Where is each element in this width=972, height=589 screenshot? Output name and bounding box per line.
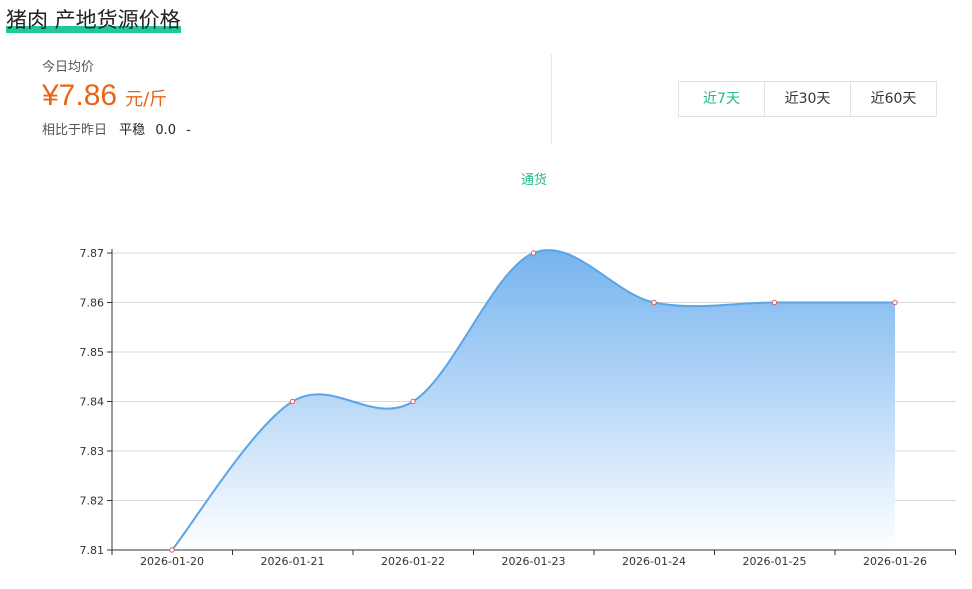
price-row: ¥7.86 元/斤	[42, 79, 542, 113]
compare-row: 相比于昨日 平稳 0.0 -	[42, 119, 542, 138]
y-tick-label: 7.87	[80, 247, 105, 260]
compare-trend-icon: -	[186, 123, 191, 138]
tab-7-days[interactable]: 近7天	[679, 82, 765, 116]
range-tabs: 近7天 近30天 近60天	[678, 81, 937, 117]
y-tick-label: 7.83	[80, 445, 105, 458]
x-tick-label: 2026-01-22	[381, 555, 445, 568]
page-title-wrap: 猪肉 产地货源价格	[6, 6, 181, 34]
data-point	[892, 299, 898, 306]
y-tick-label: 7.81	[80, 544, 105, 557]
compare-label: 相比于昨日	[42, 123, 108, 138]
y-tick-label: 7.82	[80, 495, 105, 508]
compare-status: 平稳	[119, 123, 146, 138]
tab-30-days[interactable]: 近30天	[765, 82, 851, 116]
data-point	[410, 398, 416, 405]
vertical-divider	[551, 54, 552, 144]
price-unit: 元/斤	[125, 89, 168, 110]
today-price: ¥7.86	[42, 79, 118, 112]
data-point	[169, 547, 175, 553]
x-axis: 2026-01-20 2026-01-21 2026-01-22 2026-01-23…	[111, 549, 956, 568]
chart-title: 通货	[521, 172, 547, 188]
y-tick-label: 7.86	[80, 297, 105, 310]
data-point	[530, 250, 537, 256]
today-avg-label: 今日均价	[42, 60, 95, 75]
page-title: 猪肉 产地货源价格	[6, 8, 181, 32]
tab-60-days[interactable]: 近60天	[851, 82, 936, 116]
data-point	[771, 299, 778, 306]
x-tick-label: 2026-01-24	[622, 555, 686, 568]
price-summary: 今日均价 ¥7.86 元/斤 相比于昨日 平稳 0.0 -	[42, 56, 542, 138]
y-tick-label: 7.84	[80, 396, 105, 409]
x-tick-label: 2026-01-25	[743, 555, 807, 568]
x-tick-label: 2026-01-26	[863, 555, 927, 568]
x-tick-label: 2026-01-21	[261, 555, 325, 568]
x-tick-label: 2026-01-23	[502, 555, 566, 568]
price-chart: 通货 7.81 7.82 7.83 7.84 7.85 7.86 7.87 2026-01-…	[0, 160, 972, 589]
data-point	[651, 299, 657, 306]
compare-value: 0.0	[155, 123, 176, 138]
price-chart-svg: 通货 7.81 7.82 7.83 7.84 7.85 7.86 7.87 2026-01-…	[80, 172, 956, 568]
data-point	[289, 398, 296, 405]
x-tick-label: 2026-01-20	[140, 555, 204, 568]
y-axis: 7.81 7.82 7.83 7.84 7.85 7.86 7.87	[80, 247, 113, 557]
area-fill	[172, 250, 895, 550]
y-tick-label: 7.85	[80, 346, 105, 359]
